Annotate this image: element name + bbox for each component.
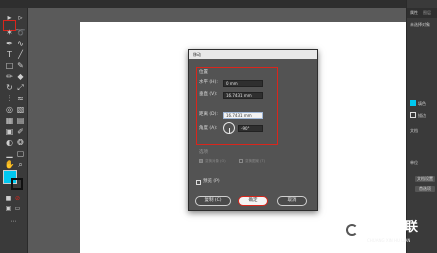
rotate-tool-icon[interactable]: ↻ [4,83,15,92]
direct-selection-tool-icon[interactable]: ▹ [15,13,26,22]
selection-tool-icon[interactable]: ▸ [4,13,15,22]
tools-panel: ▸ ▹ ✶ ➰ ✒ ∿ T ╱ □ ✎ ✏ ◆ ↻ ⤢ ⫶ ≈ ◎ ▧ ▦ ▤ … [0,8,28,253]
menu-bar [0,0,437,8]
magic-wand-icon[interactable]: ✶ [4,28,15,37]
unit-label: 单位 [410,160,418,165]
copy-button[interactable]: 复制 (C) [195,196,231,206]
pen-tool-icon[interactable]: ✒ [4,39,15,48]
transform-patterns-label: 变换图案 (T) [245,159,265,163]
artboard-tool-icon[interactable]: ▢ [15,149,26,158]
preferences-button[interactable]: 首选项 [415,186,435,192]
live-paint-icon[interactable]: ▧ [15,105,26,114]
ok-button[interactable]: 确定 [238,196,268,206]
move-dialog: 移动 位置 水平 (H): 0 mm 垂直 (V): 16.7431 mm 距离… [188,49,318,211]
scale-tool-icon[interactable]: ⤢ [15,83,26,92]
eraser-tool-icon[interactable]: ◆ [15,72,26,81]
vertical-input[interactable]: 16.7431 mm [223,92,263,99]
preview-checkbox[interactable] [196,180,201,185]
stroke-color-swatch[interactable] [11,178,23,190]
angle-dial-icon[interactable] [223,122,235,134]
width-tool-icon[interactable]: ⫶ [4,94,15,103]
options-group-label: 选项 [199,150,208,155]
horizontal-input[interactable]: 0 mm [223,80,263,87]
symbol-sprayer-icon[interactable]: ❂ [15,138,26,147]
type-tool-icon[interactable]: T [4,50,15,59]
panel-fill-swatch[interactable] [410,100,416,106]
paintbrush-icon[interactable]: ✎ [15,61,26,70]
curvature-tool-icon[interactable]: ∿ [15,39,26,48]
rectangle-tool-icon[interactable]: □ [4,61,15,70]
brand-name-en: CHUANG XIN HU LIAN [367,238,411,243]
brand-logo-mark [346,224,358,236]
distance-input[interactable]: 16.7431 mm [223,112,263,119]
fill-label: 填色 [418,101,426,106]
panel-tabs: 属性 图层 [407,8,437,18]
angle-label: 角度 (A): [199,126,218,131]
transform-objects-checkbox[interactable] [199,159,203,163]
shape-builder-icon[interactable]: ◎ [4,105,15,114]
tab-properties[interactable]: 属性 [410,8,418,18]
horizontal-label: 水平 (H): [199,80,218,85]
pencil-tool-icon[interactable]: ✏ [4,72,15,81]
gradient-tool-icon[interactable]: ▣ [4,127,15,136]
distance-label: 距离 (D): [199,112,218,117]
dialog-title: 移动 [193,52,201,57]
hand-tool-icon[interactable]: ✋ [4,160,15,169]
lasso-icon[interactable]: ➰ [15,28,26,37]
brand-logo-icon [342,220,362,240]
warp-tool-icon[interactable]: ≈ [15,94,26,103]
line-tool-icon[interactable]: ╱ [15,50,26,59]
tab-layers[interactable]: 图层 [423,8,431,18]
perspective-grid-icon[interactable]: ▦ [4,116,15,125]
brand-name-cn: 创新互联 [366,220,419,235]
graph-tool-icon[interactable]: ▁ [4,149,15,158]
doc-label: 文档 [410,128,418,133]
mesh-tool-icon[interactable]: ▤ [15,116,26,125]
transform-objects-label: 变换对象 (O) [205,159,226,163]
edit-toolbar-icon[interactable]: ⋯ [8,217,19,226]
angle-dial-needle [229,128,230,134]
unselected-label: 未选择对象 [410,22,430,27]
eyedropper-icon[interactable]: ✐ [15,127,26,136]
angle-input[interactable]: -90° [238,125,263,132]
screen-mode-icon[interactable]: ▭ [12,204,23,213]
none-color-icon[interactable]: ⊘ [12,194,23,203]
transform-patterns-checkbox[interactable] [239,159,243,163]
zoom-tool-icon[interactable]: ⌕ [15,160,26,169]
panel-stroke-swatch[interactable] [410,112,416,118]
cancel-button[interactable]: 取消 [277,196,307,206]
position-highlight-box [196,67,278,145]
brand-watermark: 创新互联 CHUANG XIN HU LIAN [340,214,437,253]
preview-label: 预览 (P) [203,179,220,184]
stroke-label: 描边 [418,113,426,118]
dialog-titlebar[interactable]: 移动 [189,50,317,59]
vertical-label: 垂直 (V): [199,92,218,97]
document-setup-button[interactable]: 文档设置 [415,176,435,182]
blend-tool-icon[interactable]: ◐ [4,138,15,147]
position-group-label: 位置 [199,70,208,75]
